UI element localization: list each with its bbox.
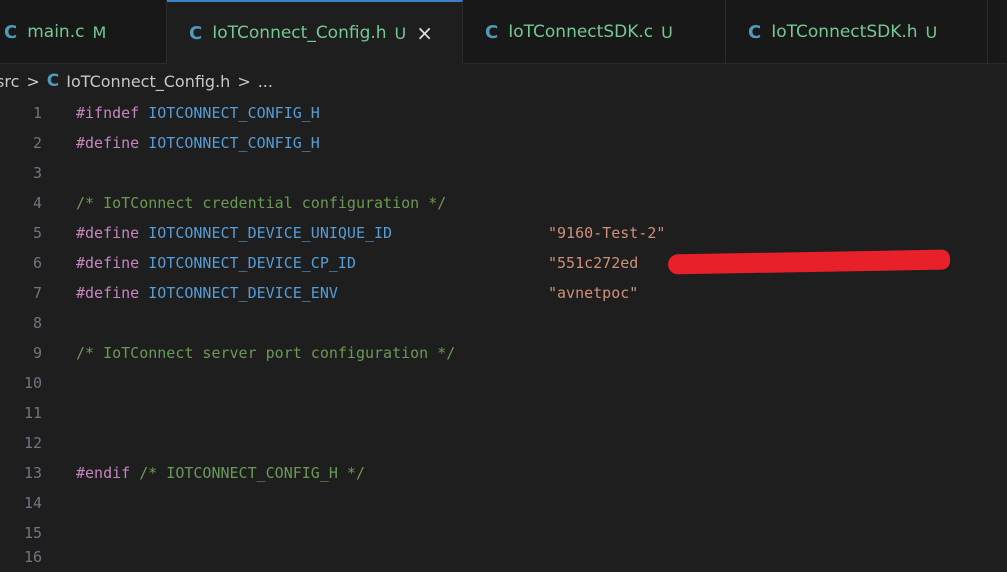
code-line[interactable]: 3 <box>0 158 1007 188</box>
breadcrumb-symbols[interactable]: ... <box>258 72 273 91</box>
code-line[interactable]: 5 #define IOTCONNECT_DEVICE_UNIQUE_ID "9… <box>0 218 1007 248</box>
macro-name: IOTCONNECT_CONFIG_H <box>148 134 320 152</box>
line-number: 13 <box>23 464 42 482</box>
preprocessor-keyword: #define <box>76 134 140 152</box>
preprocessor-keyword: #define <box>76 254 140 272</box>
modified-badge: M <box>92 22 107 42</box>
tab-iotconnectsdk-h[interactable]: C IoTConnectSDK.h U <box>726 0 988 64</box>
chevron-right-icon: > <box>26 71 40 91</box>
breadcrumb-folder[interactable]: src <box>0 72 19 91</box>
c-file-icon: C <box>748 21 762 43</box>
line-number: 6 <box>32 254 42 272</box>
code-text: #define IOTCONNECT_CONFIG_H <box>76 128 320 158</box>
preprocessor-keyword: #define <box>76 284 140 302</box>
code-line[interactable]: 9 /* IoTConnect server port configuratio… <box>0 338 1007 368</box>
code-line[interactable]: 1 #ifndef IOTCONNECT_CONFIG_H <box>0 98 1007 128</box>
chevron-right-icon: > <box>237 71 251 91</box>
code-line[interactable]: 14 <box>0 488 1007 518</box>
macro-name: IOTCONNECT_DEVICE_UNIQUE_ID <box>148 224 393 242</box>
c-file-icon: C <box>46 71 60 91</box>
line-number: 10 <box>23 374 42 392</box>
code-comment: /* IOTCONNECT_CONFIG_H */ <box>139 464 365 482</box>
code-line[interactable]: 7 #define IOTCONNECT_DEVICE_ENV "avnetpo… <box>0 278 1007 308</box>
line-number: 12 <box>23 434 42 452</box>
line-number: 14 <box>23 494 42 512</box>
tab-iotconnect-config-h[interactable]: C IoTConnect_Config.h U × <box>167 0 463 64</box>
c-file-icon: C <box>189 22 203 44</box>
code-line[interactable]: 2 #define IOTCONNECT_CONFIG_H <box>0 128 1007 158</box>
code-comment: /* IoTConnect server port configuration … <box>76 344 456 362</box>
preprocessor-keyword: #define <box>76 224 140 242</box>
string-value: "551c272ed <box>548 254 639 272</box>
code-line[interactable]: 11 <box>0 398 1007 428</box>
string-value: "avnetpoc" <box>548 284 639 302</box>
line-number: 8 <box>32 314 42 332</box>
code-line[interactable]: 8 <box>0 308 1007 338</box>
macro-name: IOTCONNECT_CONFIG_H <box>148 104 320 122</box>
tab-label: IoTConnectSDK.h <box>771 22 918 42</box>
breadcrumb-file[interactable]: IoTConnect_Config.h <box>66 72 230 91</box>
line-number: 16 <box>23 548 42 566</box>
line-number: 1 <box>32 104 42 122</box>
tab-label: IoTConnectSDK.c <box>508 22 654 42</box>
untracked-badge: U <box>394 23 407 43</box>
code-comment: /* IoTConnect credential configuration *… <box>76 194 447 212</box>
preprocessor-keyword: #ifndef <box>76 104 140 122</box>
code-line[interactable]: 10 <box>0 368 1007 398</box>
macro-name: IOTCONNECT_DEVICE_CP_ID <box>148 254 356 272</box>
line-number: 7 <box>32 284 42 302</box>
code-text: #define IOTCONNECT_DEVICE_CP_ID <box>76 248 356 278</box>
tab-label: main.c <box>27 22 85 42</box>
code-text: #define IOTCONNECT_DEVICE_ENV <box>76 278 338 308</box>
breadcrumb: src > C IoTConnect_Config.h > ... <box>0 64 1007 98</box>
close-icon[interactable]: × <box>416 21 433 45</box>
code-text: #ifndef IOTCONNECT_CONFIG_H <box>76 98 320 128</box>
c-file-icon: C <box>4 21 18 43</box>
untracked-badge: U <box>925 22 938 42</box>
string-value: "9160-Test-2" <box>548 224 666 242</box>
preprocessor-keyword: #endif <box>76 464 131 482</box>
line-number: 2 <box>32 134 42 152</box>
macro-name: IOTCONNECT_DEVICE_ENV <box>148 284 338 302</box>
line-number: 9 <box>32 344 42 362</box>
code-editor[interactable]: 1 #ifndef IOTCONNECT_CONFIG_H 2 #define … <box>0 98 1007 566</box>
code-line[interactable]: 13 #endif /* IOTCONNECT_CONFIG_H */ <box>0 458 1007 488</box>
line-number: 4 <box>32 194 42 212</box>
line-number: 11 <box>23 404 42 422</box>
tab-iotconnectsdk-c[interactable]: C IoTConnectSDK.c U <box>463 0 726 64</box>
c-file-icon: C <box>485 21 499 43</box>
untracked-badge: U <box>661 22 673 42</box>
editor-tab-bar: C main.c M C IoTConnect_Config.h U × C I… <box>0 0 1007 64</box>
code-text: #endif /* IOTCONNECT_CONFIG_H */ <box>76 458 365 488</box>
code-line[interactable]: 16 <box>0 542 1007 572</box>
tab-main-c[interactable]: C main.c M <box>0 0 167 64</box>
line-number: 5 <box>32 224 42 242</box>
code-line[interactable]: 4 /* IoTConnect credential configuration… <box>0 188 1007 218</box>
code-text: #define IOTCONNECT_DEVICE_UNIQUE_ID <box>76 218 392 248</box>
line-number: 3 <box>32 164 42 182</box>
tab-label: IoTConnect_Config.h <box>212 23 387 43</box>
code-line[interactable]: 12 <box>0 428 1007 458</box>
